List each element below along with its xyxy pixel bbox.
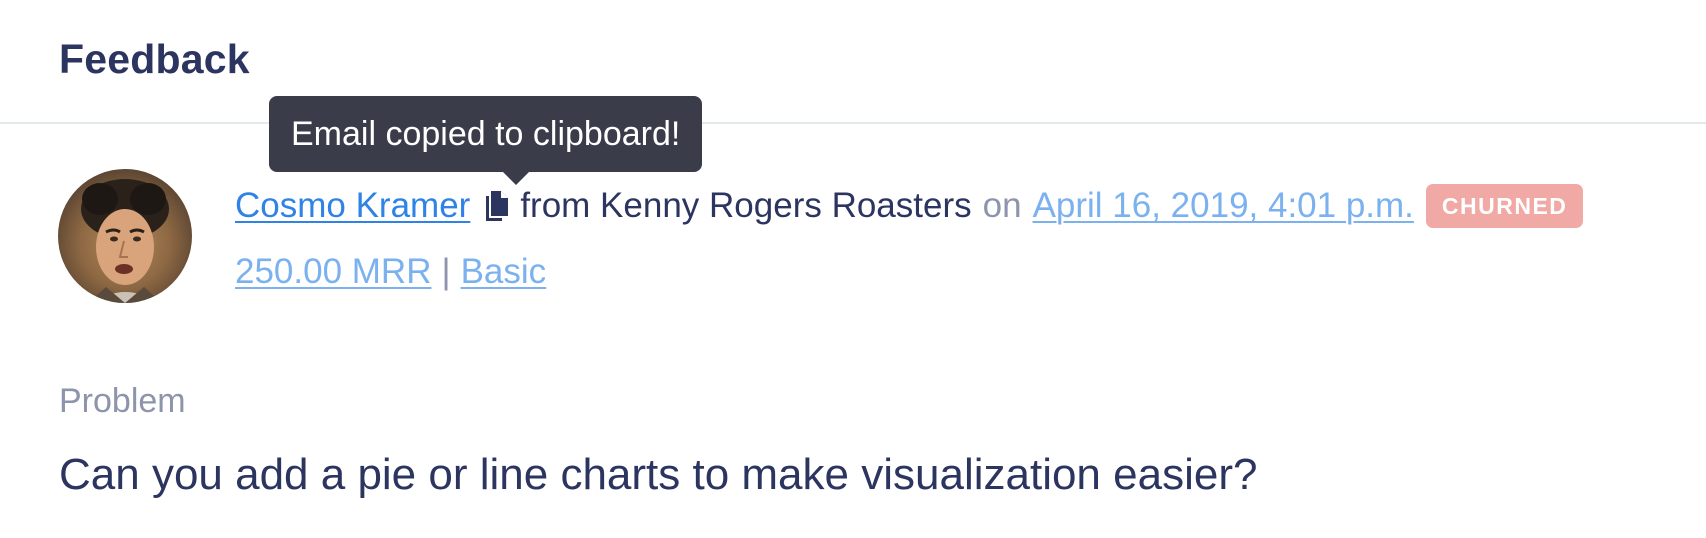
- company-text: from Kenny Rogers Roasters: [520, 186, 972, 225]
- status-badge: CHURNED: [1425, 184, 1584, 228]
- customer-plan-line: 250.00 MRR | Basic: [235, 250, 546, 294]
- feedback-date-link[interactable]: April 16, 2019, 4:01 p.m.: [1033, 186, 1414, 226]
- problem-text: Can you add a pie or line charts to make…: [59, 450, 1258, 499]
- feedback-meta-line: Cosmo Kramer from Kenny Rogers Roasters …: [235, 184, 1584, 228]
- on-text: on: [982, 186, 1022, 225]
- copy-icon[interactable]: [482, 189, 510, 223]
- separator: |: [441, 252, 451, 291]
- customer-name-link[interactable]: Cosmo Kramer: [235, 186, 470, 226]
- mrr-link[interactable]: 250.00 MRR: [235, 252, 431, 292]
- plan-link[interactable]: Basic: [461, 252, 547, 292]
- tooltip-arrow: [502, 171, 530, 185]
- email-copied-tooltip: Email copied to clipboard!: [269, 96, 703, 172]
- avatar: [58, 169, 192, 303]
- problem-label: Problem: [59, 382, 186, 420]
- feedback-header: Feedback: [0, 0, 1706, 124]
- page-title: Feedback: [59, 36, 250, 82]
